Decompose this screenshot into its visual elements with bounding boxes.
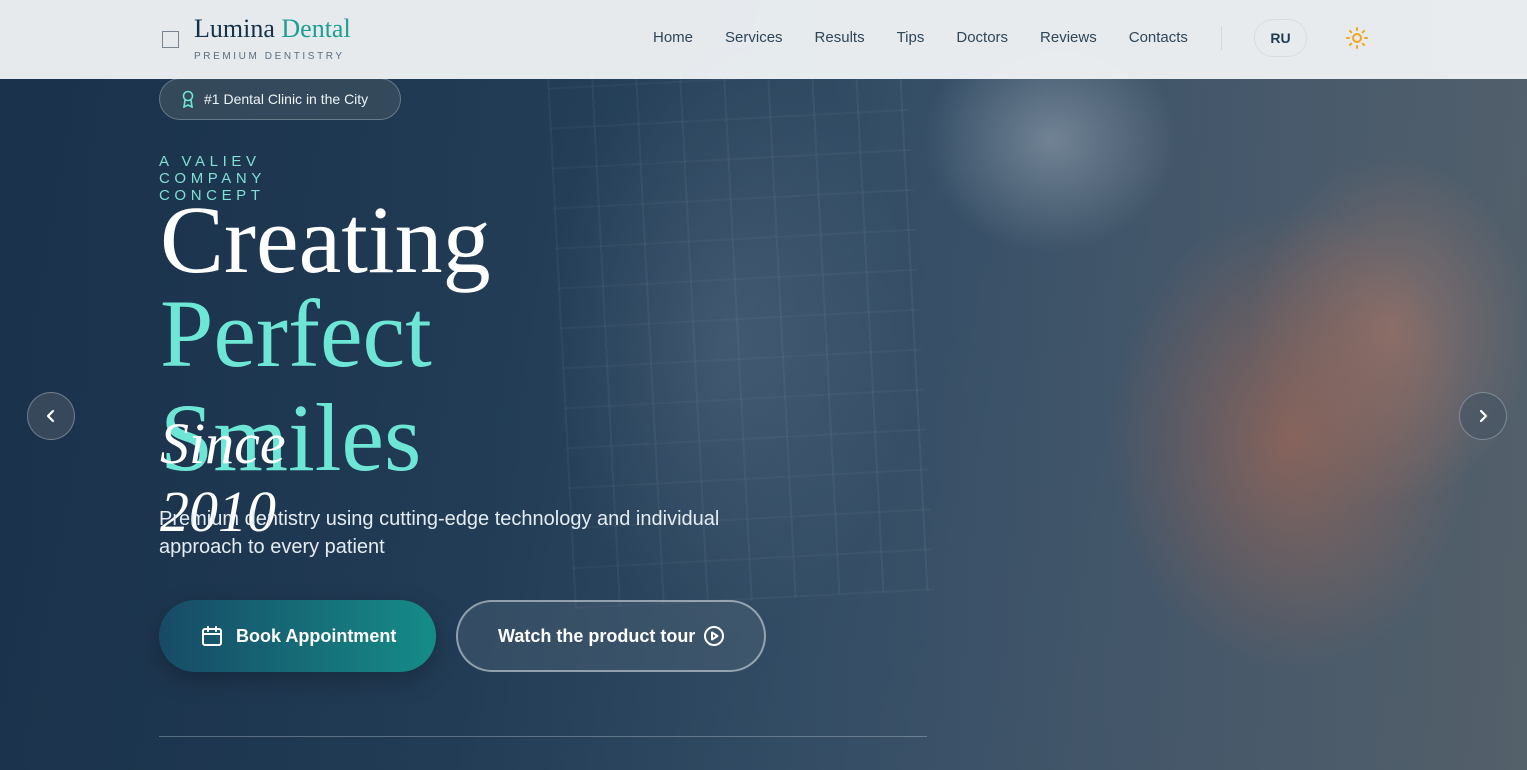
nav-divider: [1221, 26, 1222, 50]
badge-label: #1 Dental Clinic in the City: [204, 91, 369, 107]
sun-icon[interactable]: [1345, 26, 1369, 50]
brand-name: Lumina Dental: [194, 14, 351, 44]
hero-title-line1: Creating: [160, 186, 491, 293]
brand-name-main: Lumina: [194, 14, 275, 43]
slider-prev-button[interactable]: [27, 392, 75, 440]
hero-divider: [159, 736, 927, 737]
chevron-right-icon: [1479, 409, 1488, 423]
product-tour-button[interactable]: Watch the product tour: [456, 600, 766, 672]
hero-description: Premium dentistry using cutting-edge tec…: [159, 508, 720, 558]
nav-contacts[interactable]: Contacts: [1129, 28, 1188, 48]
book-appointment-button[interactable]: Book Appointment: [159, 600, 436, 672]
nav-reviews[interactable]: Reviews: [1040, 28, 1097, 48]
play-circle-icon: [704, 626, 725, 646]
brand-logo[interactable]: Lumina Dental PREMIUM DENTISTRY: [194, 14, 351, 62]
slider-next-button[interactable]: [1459, 392, 1507, 440]
chevron-left-icon: [46, 409, 55, 423]
main-nav: Home Services Results Tips Doctors Revie…: [653, 28, 1220, 48]
menu-toggle-icon[interactable]: [162, 31, 179, 48]
product-tour-label: Watch the product tour: [498, 625, 696, 646]
language-switch-button[interactable]: RU: [1254, 19, 1307, 57]
clinic-badge: #1 Dental Clinic in the City: [159, 78, 401, 120]
nav-results[interactable]: Results: [815, 28, 865, 48]
calendar-icon: [202, 626, 222, 646]
nav-services[interactable]: Services: [725, 28, 783, 48]
nav-home[interactable]: Home: [653, 28, 693, 48]
brand-name-accent: Dental: [281, 14, 351, 43]
site-header: Lumina Dental PREMIUM DENTISTRY Home Ser…: [0, 0, 1527, 79]
brand-tagline: PREMIUM DENTISTRY: [194, 51, 345, 62]
book-appointment-label: Book Appointment: [236, 625, 397, 646]
nav-tips[interactable]: Tips: [897, 28, 925, 48]
nav-doctors[interactable]: Doctors: [956, 28, 1008, 48]
award-icon: [182, 90, 194, 108]
